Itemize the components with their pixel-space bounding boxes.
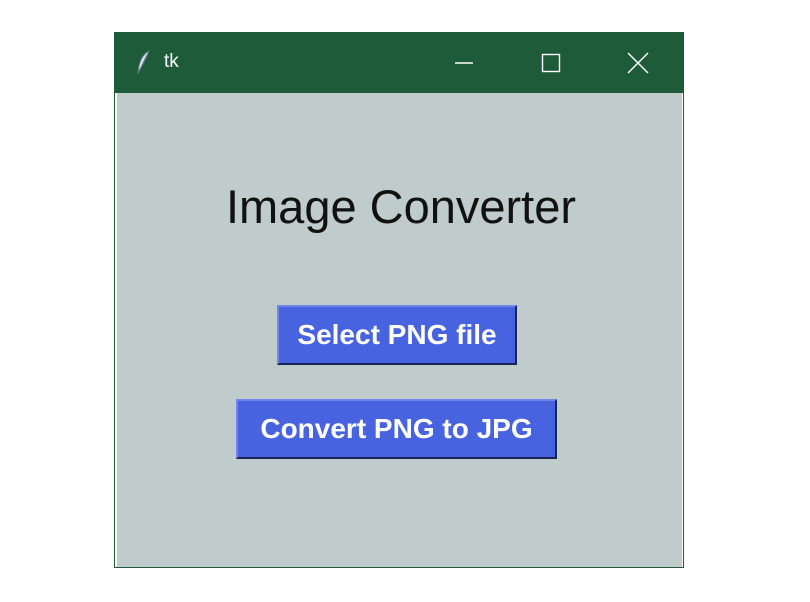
app-heading: Image Converter <box>225 180 577 233</box>
maximize-icon <box>541 53 561 72</box>
title-bar[interactable]: tk <box>114 32 684 93</box>
minimize-button[interactable] <box>432 32 496 93</box>
maximize-button[interactable] <box>519 32 583 93</box>
convert-button[interactable]: Convert PNG to JPG <box>236 399 557 459</box>
minimize-icon <box>455 61 473 64</box>
feather-icon <box>137 50 150 75</box>
select-png-button[interactable]: Select PNG file <box>277 305 517 365</box>
screen: tk Image Converter Select PNG file Conve… <box>0 0 810 602</box>
window-content: Image Converter Select PNG file Convert … <box>115 93 683 567</box>
window-title: tk <box>164 51 179 72</box>
close-icon <box>627 51 649 74</box>
close-button[interactable] <box>606 32 670 93</box>
app-window: tk Image Converter Select PNG file Conve… <box>114 32 684 568</box>
